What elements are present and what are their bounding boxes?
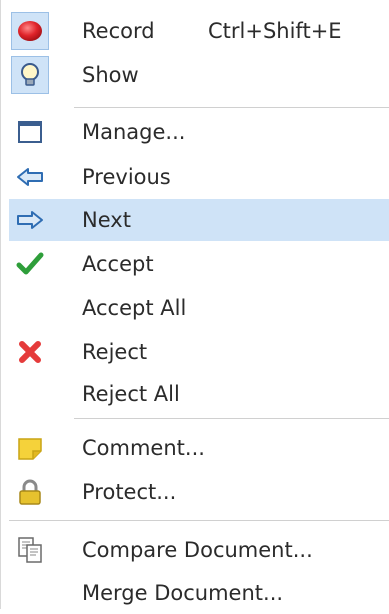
- compare-document-icon: [11, 531, 49, 569]
- menu-item-label: Record: [82, 19, 155, 43]
- shortcut-text: Ctrl+Shift+E: [208, 19, 342, 43]
- menu-separator: [74, 418, 389, 419]
- menu-item-label: Reject All: [82, 382, 180, 406]
- record-icon: [11, 12, 49, 50]
- track-changes-menu: Record Ctrl+Shift+E Show Manage... Previ…: [0, 0, 389, 609]
- menu-item-compare-document[interactable]: Compare Document...: [9, 529, 389, 571]
- menu-item-reject[interactable]: Reject: [9, 331, 389, 373]
- menu-item-label: Show: [82, 63, 139, 87]
- menu-item-label: Accept: [82, 252, 154, 276]
- menu-item-label: Protect...: [82, 480, 177, 504]
- menu-item-merge-document[interactable]: Merge Document...: [9, 572, 389, 614]
- menu-item-comment[interactable]: Comment...: [9, 427, 389, 469]
- menu-item-accept[interactable]: Accept: [9, 243, 389, 285]
- menu-item-manage[interactable]: Manage...: [9, 111, 389, 153]
- window-icon: [11, 113, 49, 151]
- menu-item-reject-all[interactable]: Reject All: [9, 373, 389, 415]
- menu-separator: [74, 107, 389, 108]
- menu-item-label: Previous: [82, 165, 171, 189]
- sticky-note-icon: [11, 429, 49, 467]
- menu-item-label: Reject: [82, 340, 148, 364]
- menu-item-previous[interactable]: Previous: [9, 156, 389, 198]
- checkmark-icon: [11, 245, 49, 283]
- menu-separator: [9, 520, 389, 521]
- menu-item-accept-all[interactable]: Accept All: [9, 287, 389, 329]
- arrow-left-icon: [11, 158, 49, 196]
- arrow-right-icon: [11, 201, 49, 239]
- menu-item-label: Comment...: [82, 436, 205, 460]
- menu-item-protect[interactable]: Protect...: [9, 471, 389, 513]
- reject-x-icon: [11, 333, 49, 371]
- menu-item-label: Accept All: [82, 296, 187, 320]
- menu-item-label: Compare Document...: [82, 538, 313, 562]
- menu-item-record[interactable]: Record Ctrl+Shift+E: [9, 10, 389, 52]
- menu-item-label: Manage...: [82, 120, 186, 144]
- menu-item-label: Next: [82, 208, 131, 232]
- menu-item-label: Merge Document...: [82, 581, 284, 605]
- menu-item-next[interactable]: Next: [9, 199, 389, 241]
- lightbulb-icon: [11, 56, 49, 94]
- menu-item-show[interactable]: Show: [9, 54, 389, 96]
- lock-icon: [11, 473, 49, 511]
